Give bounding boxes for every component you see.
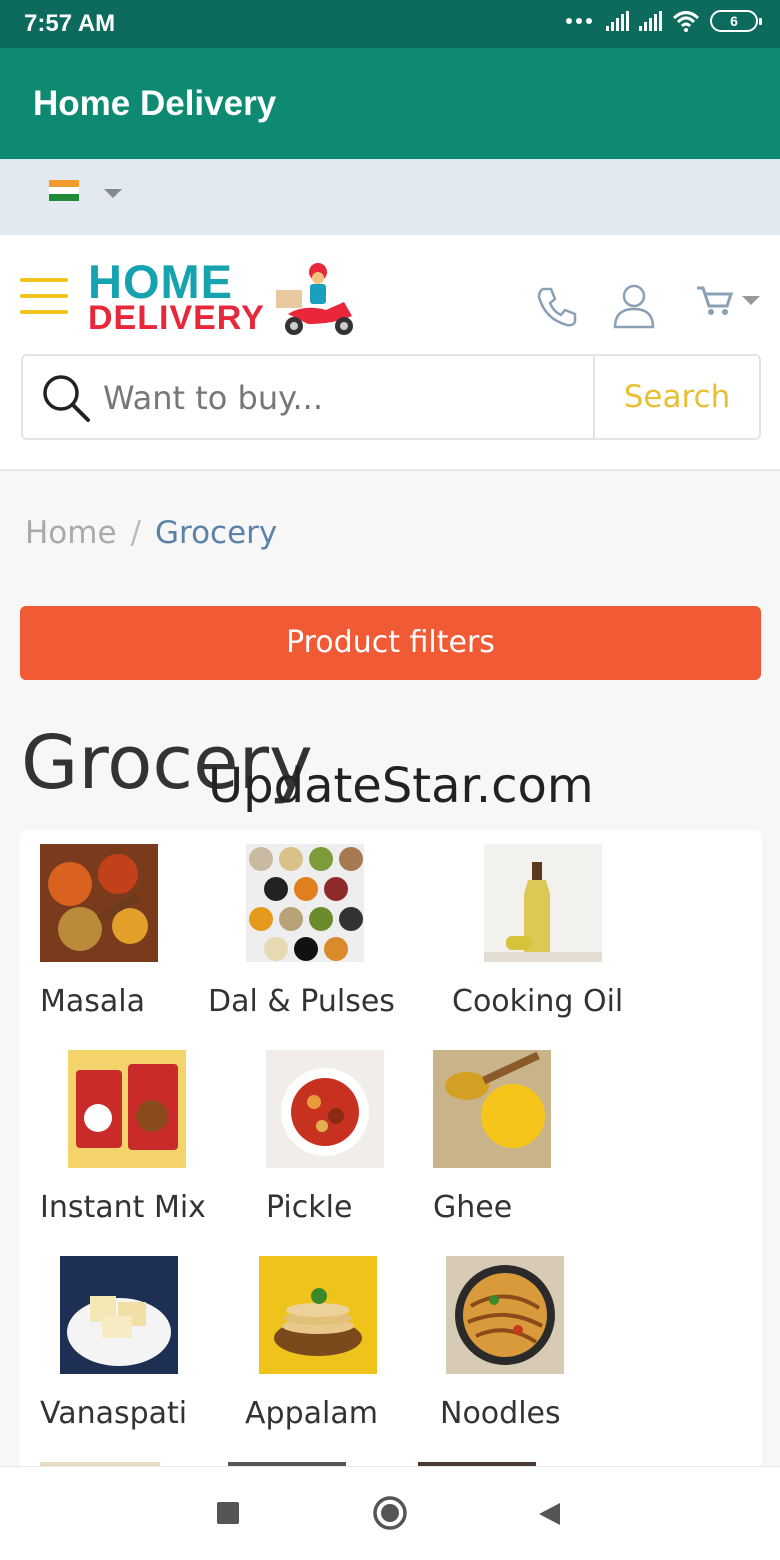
- status-bar: 7:57 AM 6: [0, 0, 780, 48]
- wifi-icon: [672, 11, 700, 32]
- appalam-image: [259, 1256, 377, 1374]
- search-bar: Search: [21, 354, 761, 440]
- phone-icon[interactable]: [535, 285, 579, 329]
- category-label: Instant Mix: [40, 1190, 206, 1225]
- more-dots-icon: [566, 18, 592, 24]
- product-filters-button[interactable]: Product filters: [20, 606, 761, 680]
- category-label: Noodles: [440, 1396, 561, 1431]
- search-icon: [43, 375, 90, 422]
- dal-pulses-image: [246, 844, 364, 962]
- instant-mix-image: [68, 1050, 186, 1168]
- vanaspati-image: [60, 1256, 178, 1374]
- breadcrumb-current[interactable]: Grocery: [155, 515, 277, 551]
- category-label: Pickle: [266, 1190, 353, 1225]
- category-label: Dal & Pulses: [208, 984, 395, 1019]
- category-label: Appalam: [245, 1396, 378, 1431]
- language-dropdown-caret-icon[interactable]: [104, 189, 122, 198]
- search-input[interactable]: [103, 374, 583, 422]
- ghee-image: [433, 1050, 551, 1168]
- noodles-image: [446, 1256, 564, 1374]
- category-label: Ghee: [433, 1190, 513, 1225]
- menu-icon[interactable]: [20, 278, 68, 316]
- battery-icon: 6: [710, 10, 762, 32]
- category-grid: Masala Dal & Pulses Cooking Oil Instant …: [20, 830, 762, 1490]
- breadcrumb: Home / Grocery: [25, 515, 277, 551]
- system-nav-bar: [0, 1466, 780, 1560]
- recents-icon[interactable]: [217, 1502, 239, 1524]
- status-time: 7:57 AM: [24, 10, 116, 37]
- scooter-rider-icon: [276, 263, 353, 335]
- logo-line2: DELIVERY: [88, 299, 265, 337]
- category-label: Masala: [40, 984, 145, 1019]
- app-title: Home Delivery: [33, 84, 277, 123]
- masala-image: [40, 844, 158, 962]
- home-delivery-logo[interactable]: HOME DELIVERY: [88, 258, 360, 340]
- category-label: Cooking Oil: [452, 984, 624, 1019]
- breadcrumb-home[interactable]: Home: [25, 515, 117, 551]
- status-icons: 6: [566, 10, 762, 32]
- cooking-oil-image: [484, 844, 602, 962]
- cart-icon[interactable]: [695, 284, 763, 316]
- watermark: UpdateStar.com: [208, 758, 594, 814]
- breadcrumb-separator: /: [130, 515, 141, 551]
- back-icon[interactable]: [536, 1501, 562, 1527]
- app-bar: Home Delivery: [0, 48, 780, 159]
- pickle-image: [266, 1050, 384, 1168]
- home-icon[interactable]: [372, 1495, 408, 1531]
- signal-icon: [606, 11, 629, 31]
- signal-icon-2: [639, 11, 662, 31]
- search-button[interactable]: Search: [593, 356, 759, 438]
- india-flag-icon[interactable]: [49, 180, 79, 201]
- category-label: Vanaspati: [40, 1396, 188, 1431]
- account-icon[interactable]: [612, 283, 656, 329]
